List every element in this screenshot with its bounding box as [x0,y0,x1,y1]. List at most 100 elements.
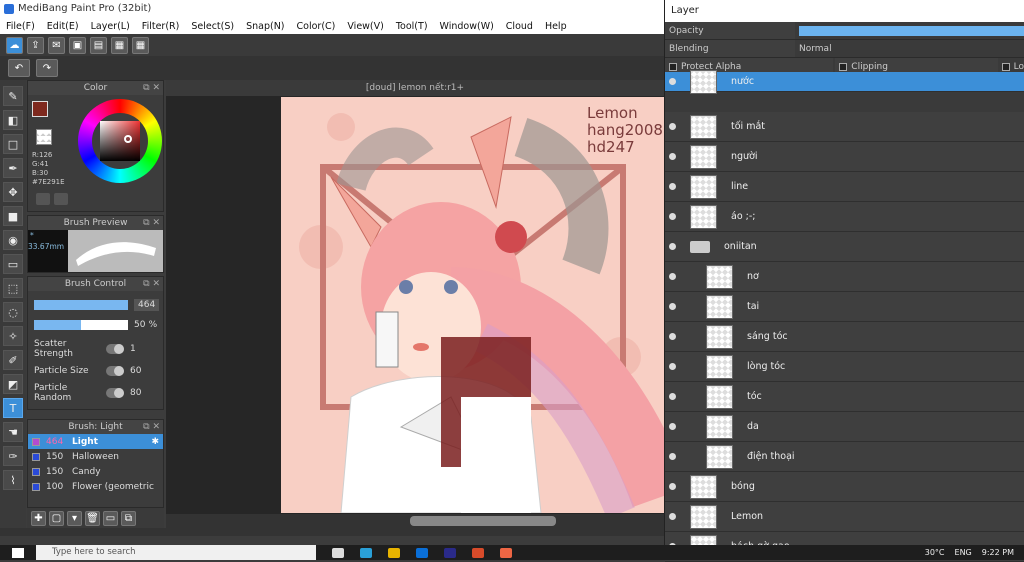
panel-icon[interactable]: ▦ [111,36,128,54]
lasso-tool-icon[interactable]: ◌ [3,302,23,322]
rectangle-tool-icon[interactable]: ■ [3,206,23,226]
layer-row[interactable]: điện thoại [665,442,1024,472]
layer-row[interactable]: nơ [665,262,1024,292]
image-icon[interactable]: ▣ [69,36,86,54]
select-pen-icon[interactable]: ✐ [3,350,23,370]
share-icon[interactable]: ⇪ [27,36,44,54]
brush-tool-icon[interactable]: ✎ [3,86,23,106]
eye-icon[interactable] [669,123,676,130]
artwork-canvas[interactable]: Lemon hang2008 hd247 [281,97,664,513]
folder-icon[interactable]: ▭ [103,510,118,526]
medibang-taskbar-icon[interactable] [500,547,512,558]
eye-icon[interactable] [669,213,676,220]
document-tab[interactable]: [doud] lemon nết:r1+ [166,80,664,96]
layer-row[interactable]: tai [665,292,1024,322]
panel-buttons[interactable]: ⧉ ✕ [143,81,160,95]
menu-filter[interactable]: Filter(R) [136,21,186,32]
document-icon[interactable]: ▤ [90,36,107,54]
palette-add-icon[interactable] [54,193,68,205]
brush-opacity-slider[interactable] [34,319,128,330]
menu-view[interactable]: View(V) [341,21,389,32]
menu-file[interactable]: File(F) [0,21,41,32]
eye-icon[interactable] [669,453,676,460]
windows-start-icon[interactable] [12,547,24,558]
palette-icon[interactable] [36,193,50,205]
eye-icon[interactable] [669,333,676,340]
menu-cloud[interactable]: Cloud [500,21,539,32]
task-view-icon[interactable] [332,547,344,558]
protect-alpha-checkbox[interactable] [669,62,677,71]
select-eraser-icon[interactable]: ◩ [3,374,23,394]
hand-tool-icon[interactable]: ☚ [3,422,23,442]
brush-size-value[interactable]: 464 [134,299,160,311]
eyedropper-icon[interactable]: ⌇ [3,470,23,490]
panel-buttons[interactable]: ⧉ ✕ [143,216,160,230]
taskbar-search-input[interactable]: Type here to search [36,545,316,560]
eye-icon[interactable] [669,363,676,370]
eye-icon[interactable] [669,513,676,520]
layer-row[interactable]: nước [665,69,1024,94]
eye-icon[interactable] [669,183,676,190]
eye-icon[interactable] [669,423,676,430]
magic-wand-icon[interactable]: ✧ [3,326,23,346]
menu-edit[interactable]: Edit(E) [41,21,85,32]
color-square[interactable] [100,121,140,161]
store-icon[interactable] [416,547,428,558]
primary-color-swatch[interactable] [32,101,48,117]
menu-snap[interactable]: Snap(N) [240,21,290,32]
language-indicator[interactable]: ENG [955,548,972,557]
transparent-color-swatch[interactable] [36,129,52,145]
panel-buttons[interactable]: ⧉ ✕ [143,277,160,291]
menu-layer[interactable]: Layer(L) [85,21,136,32]
menu-help[interactable]: Help [539,21,573,32]
gradient-tool-icon[interactable]: ▭ [3,254,23,274]
layer-row[interactable]: line [665,172,1024,202]
move-tool-icon[interactable]: ✥ [3,182,23,202]
eye-icon[interactable] [669,273,676,280]
pen-nib-icon[interactable]: ✑ [3,446,23,466]
layer-row[interactable]: tối mắt [665,112,1024,142]
new-brush-icon[interactable]: ▢ [49,510,64,526]
panel-buttons[interactable]: ⧉ ✕ [143,420,160,434]
particle-size-slider[interactable] [106,366,124,376]
layer-row[interactable]: tóc [665,382,1024,412]
horizontal-scroll-thumb[interactable] [410,516,556,526]
brush-item-light[interactable]: 464 Light ✱ [28,434,163,449]
eye-icon[interactable] [669,78,676,85]
brush-size-slider[interactable] [34,300,128,310]
fill-tool-icon[interactable]: ◉ [3,230,23,250]
redo-icon[interactable]: ↷ [36,59,58,77]
layer-opacity-slider[interactable] [795,22,1024,39]
layer-row[interactable]: da [665,412,1024,442]
clipping-checkbox[interactable] [839,62,848,71]
copy-icon[interactable]: ⧉ [121,510,136,526]
grid-icon[interactable]: ▦ [132,36,149,54]
chrome-icon[interactable] [472,547,484,558]
layer-row[interactable]: bóng [665,472,1024,502]
brush-item-candy[interactable]: 150 Candy [28,464,163,479]
pen-tool-icon[interactable]: ✒ [3,158,23,178]
brush-menu-icon[interactable]: ▾ [67,510,82,526]
layer-row[interactable]: người [665,142,1024,172]
menu-tool[interactable]: Tool(T) [390,21,434,32]
eraser-tool-icon[interactable]: ◧ [3,110,23,130]
brush-item-halloween[interactable]: 150 Halloween [28,449,163,464]
scatter-strength-slider[interactable] [106,344,124,354]
comment-icon[interactable]: ✉ [48,36,65,54]
layer-row[interactable]: Lemon [665,502,1024,532]
brush-item-flower[interactable]: 100 Flower (geometric [28,479,163,494]
add-brush-icon[interactable]: ✚ [31,510,46,526]
cloud-sync-icon[interactable]: ☁ [6,36,23,54]
file-explorer-icon[interactable] [388,547,400,558]
select-tool-icon[interactable]: ⬚ [3,278,23,298]
eye-icon[interactable] [669,153,676,160]
undo-icon[interactable]: ↶ [8,59,30,77]
lock-checkbox[interactable] [1001,62,1010,71]
layer-row[interactable]: oniitan [665,232,1024,262]
text-tool-icon[interactable]: T [3,398,23,418]
delete-brush-icon[interactable]: 🗑 [85,510,100,526]
layer-row[interactable]: áo ;-; [665,202,1024,232]
clock-text[interactable]: 9:22 PM [982,548,1014,557]
gear-icon[interactable]: ✱ [151,437,159,447]
layer-row[interactable]: sáng tóc [665,322,1024,352]
